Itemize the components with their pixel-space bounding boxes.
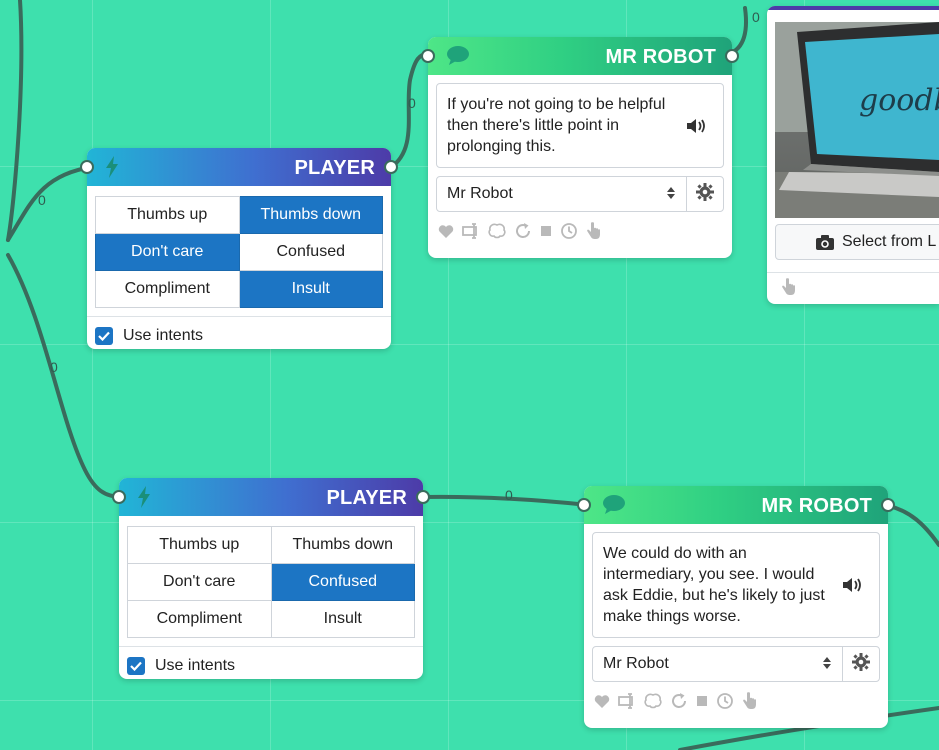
intent-dont-care[interactable]: Don't care: [95, 233, 240, 271]
intent-thumbs-up[interactable]: Thumbs up: [95, 196, 240, 234]
text-cursor-icon[interactable]: [618, 693, 636, 709]
speech-bubble-icon: [602, 494, 626, 519]
output-port[interactable]: [881, 498, 895, 512]
player-node[interactable]: PLAYER Thumbs up Thumbs down Don't care …: [80, 148, 398, 349]
image-node[interactable]: goodb Select from L: [767, 6, 939, 304]
speaker-icon[interactable]: [841, 576, 863, 600]
character-select-value[interactable]: Mr Robot: [437, 177, 686, 211]
image-node-top-bar: [767, 6, 939, 10]
speaker-icon[interactable]: [685, 117, 707, 141]
wire: [388, 52, 430, 170]
text-cursor-icon[interactable]: [462, 223, 480, 239]
message-text-box[interactable]: We could do with an intermediary, you se…: [592, 532, 880, 638]
heart-icon[interactable]: [438, 224, 454, 239]
checkbox-checked-icon[interactable]: [127, 657, 145, 675]
node-toolbar: [584, 682, 888, 710]
clock-icon[interactable]: [560, 222, 578, 240]
wire-label: 0: [752, 9, 760, 25]
character-name: Mr Robot: [603, 655, 669, 672]
stop-icon[interactable]: [540, 225, 552, 237]
wire: [6, 0, 24, 242]
gear-icon: [852, 652, 870, 676]
intent-confused[interactable]: Confused: [270, 563, 415, 601]
intent-thumbs-down[interactable]: Thumbs down: [238, 196, 383, 234]
intent-dont-care[interactable]: Don't care: [127, 563, 272, 601]
input-port[interactable]: [421, 49, 435, 63]
input-port[interactable]: [112, 490, 126, 504]
select-from-library-button[interactable]: Select from L: [775, 224, 939, 260]
intent-grid: Thumbs up Thumbs down Don't care Confuse…: [95, 196, 383, 308]
clock-icon[interactable]: [716, 692, 734, 710]
input-port[interactable]: [80, 160, 94, 174]
character-select[interactable]: Mr Robot: [436, 176, 724, 212]
intent-thumbs-up[interactable]: Thumbs up: [127, 526, 272, 564]
node-title: PLAYER: [294, 157, 375, 179]
intent-thumbs-down[interactable]: Thumbs down: [270, 526, 415, 564]
player-node-header[interactable]: PLAYER: [119, 478, 423, 516]
select-from-library-label: Select from L: [842, 233, 937, 250]
hand-pointer-icon[interactable]: [742, 692, 758, 710]
player-node-header[interactable]: PLAYER: [87, 148, 391, 186]
robot-node[interactable]: MR ROBOT We could do with an intermediar…: [577, 486, 895, 728]
lightning-icon: [105, 156, 119, 183]
use-intents-toggle[interactable]: Use intents: [119, 647, 423, 685]
use-intents-toggle[interactable]: Use intents: [87, 317, 391, 355]
intent-compliment[interactable]: Compliment: [95, 270, 240, 308]
speech-bubble-icon: [446, 45, 470, 70]
robot-node-header[interactable]: MR ROBOT: [428, 37, 732, 75]
output-port[interactable]: [416, 490, 430, 504]
divider: [767, 272, 939, 273]
character-select-value[interactable]: Mr Robot: [593, 647, 842, 681]
stop-icon[interactable]: [696, 695, 708, 707]
player-node[interactable]: PLAYER Thumbs up Thumbs down Don't care …: [112, 478, 430, 679]
wire: [6, 165, 94, 242]
gear-icon: [696, 182, 714, 206]
heart-icon[interactable]: [594, 694, 610, 709]
wire-label: 0: [38, 192, 46, 208]
robot-node[interactable]: MR ROBOT If you're not going to be helpf…: [421, 37, 739, 258]
use-intents-label: Use intents: [155, 657, 236, 674]
photo-text: goodb: [859, 83, 939, 118]
message-text-box[interactable]: If you're not going to be helpful then t…: [436, 83, 724, 168]
settings-button[interactable]: [686, 177, 723, 211]
brain-icon[interactable]: [644, 693, 662, 709]
camera-icon: [816, 234, 834, 250]
refresh-icon[interactable]: [670, 692, 688, 710]
character-select[interactable]: Mr Robot: [592, 646, 880, 682]
refresh-icon[interactable]: [514, 222, 532, 240]
wire-label: 0: [408, 95, 416, 111]
hand-pointer-icon[interactable]: [586, 222, 602, 240]
character-name: Mr Robot: [447, 185, 513, 202]
laptop-photo-icon: goodb: [775, 22, 939, 218]
intent-insult[interactable]: Insult: [270, 600, 415, 638]
settings-button[interactable]: [842, 647, 879, 681]
hand-pointer-icon[interactable]: [781, 278, 797, 301]
intent-compliment[interactable]: Compliment: [127, 600, 272, 638]
wire: [883, 503, 939, 547]
select-arrows-icon: [822, 656, 832, 675]
output-port[interactable]: [725, 49, 739, 63]
lightning-icon: [137, 486, 151, 513]
intent-confused[interactable]: Confused: [238, 233, 383, 271]
input-port[interactable]: [577, 498, 591, 512]
node-title: PLAYER: [326, 487, 407, 509]
intent-grid: Thumbs up Thumbs down Don't care Confuse…: [127, 526, 415, 638]
robot-node-header[interactable]: MR ROBOT: [584, 486, 888, 524]
message-text: We could do with an intermediary, you se…: [603, 545, 825, 625]
intent-insult[interactable]: Insult: [238, 270, 383, 308]
brain-icon[interactable]: [488, 223, 506, 239]
message-text: If you're not going to be helpful then t…: [447, 96, 666, 155]
output-port[interactable]: [384, 160, 398, 174]
photo-thumbnail: goodb: [775, 22, 939, 218]
use-intents-label: Use intents: [123, 327, 204, 344]
select-arrows-icon: [666, 186, 676, 205]
node-toolbar: [428, 212, 732, 240]
wire-label: 0: [50, 359, 58, 375]
checkbox-checked-icon[interactable]: [95, 327, 113, 345]
wire-label: 0: [505, 487, 513, 503]
node-title: MR ROBOT: [761, 495, 872, 517]
node-title: MR ROBOT: [605, 46, 716, 68]
